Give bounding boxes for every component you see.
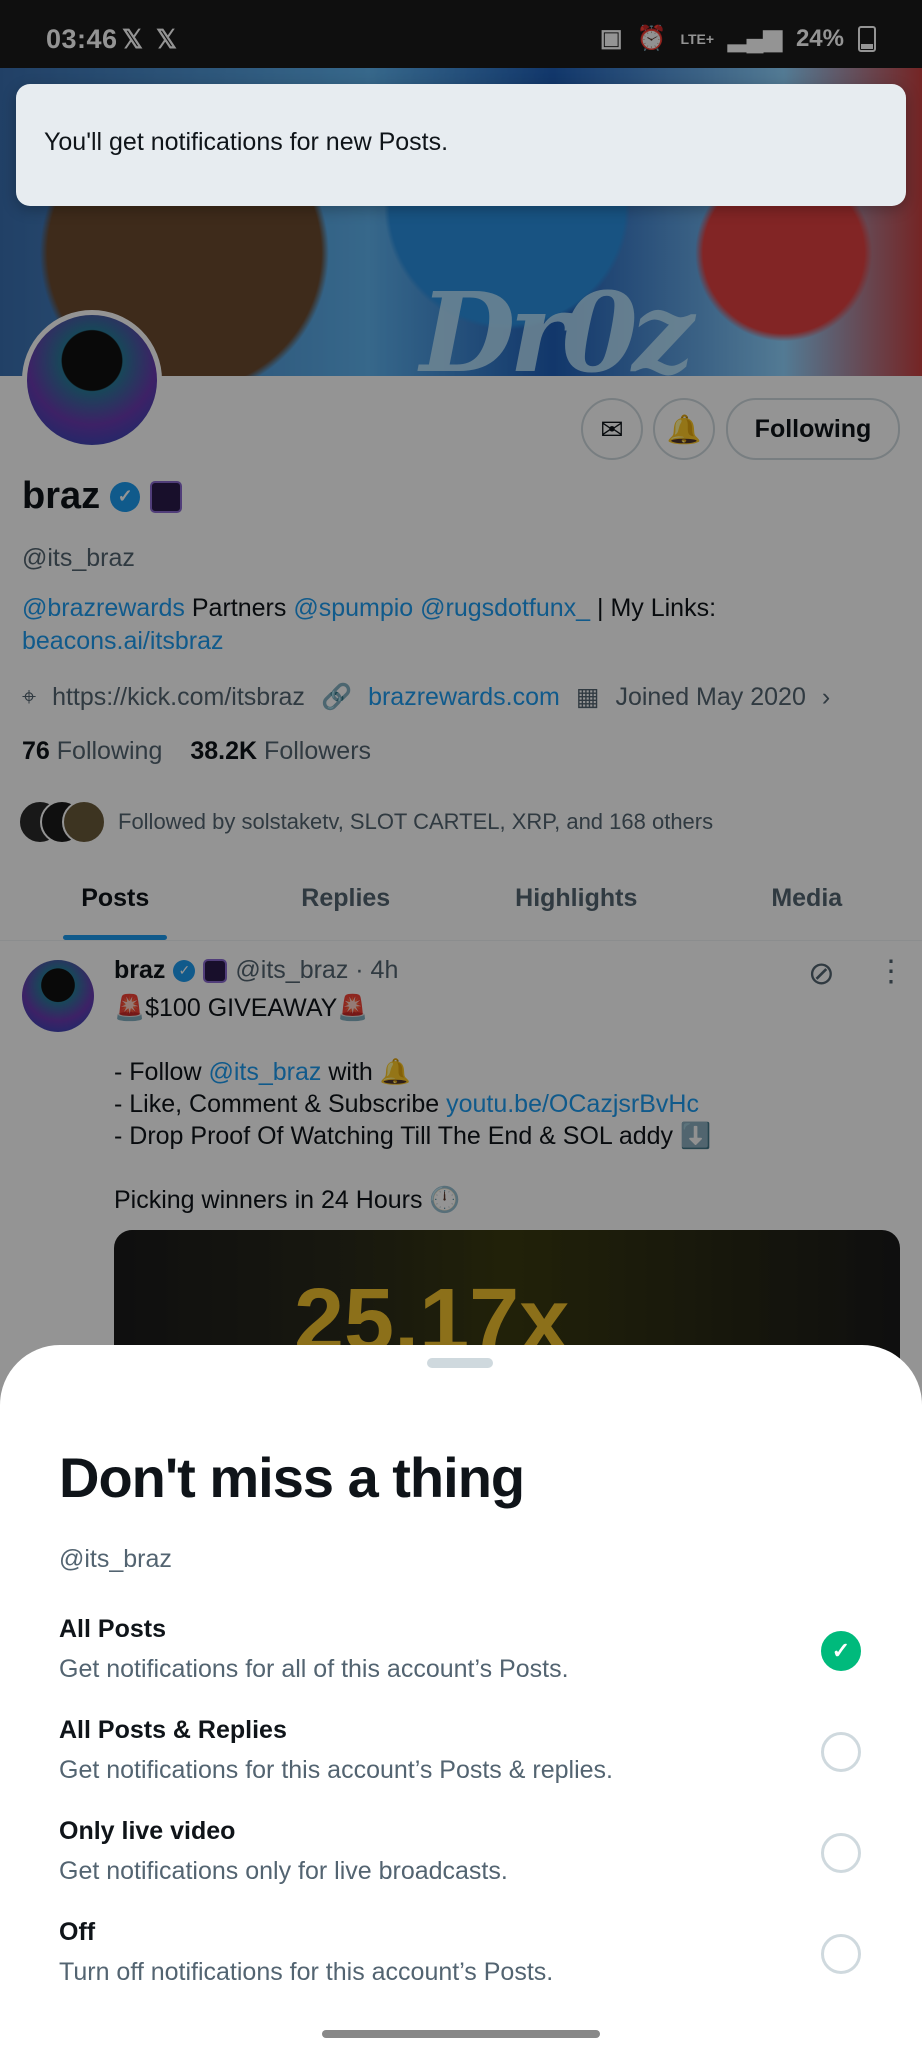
sheet-account-handle: @its_braz bbox=[59, 1545, 172, 1573]
option-off[interactable]: Off Turn off notifications for this acco… bbox=[59, 1918, 879, 2008]
notification-settings-sheet: Don't miss a thing @its_braz All Posts G… bbox=[0, 1345, 922, 2048]
sheet-title: Don't miss a thing bbox=[59, 1446, 525, 1509]
option-title: All Posts bbox=[59, 1615, 166, 1643]
sheet-drag-handle[interactable] bbox=[427, 1358, 493, 1368]
option-description: Turn off notifications for this account’… bbox=[59, 1958, 554, 1986]
option-description: Get notifications for all of this accoun… bbox=[59, 1655, 569, 1683]
home-indicator[interactable] bbox=[322, 2030, 600, 2038]
toast-message: You'll get notifications for new Posts. bbox=[44, 128, 449, 156]
option-all-posts[interactable]: All Posts Get notifications for all of t… bbox=[59, 1615, 879, 1705]
option-description: Get notifications only for live broadcas… bbox=[59, 1857, 508, 1885]
radio-unchecked-icon[interactable] bbox=[821, 1732, 861, 1772]
radio-checked-icon[interactable]: ✓ bbox=[821, 1631, 861, 1671]
radio-unchecked-icon[interactable] bbox=[821, 1833, 861, 1873]
option-title: Off bbox=[59, 1918, 96, 1946]
option-description: Get notifications for this account’s Pos… bbox=[59, 1756, 613, 1784]
option-only-live-video[interactable]: Only live video Get notifications only f… bbox=[59, 1817, 879, 1907]
radio-unchecked-icon[interactable] bbox=[821, 1934, 861, 1974]
option-all-posts-replies[interactable]: All Posts & Replies Get notifications fo… bbox=[59, 1716, 879, 1806]
option-title: Only live video bbox=[59, 1817, 236, 1845]
option-title: All Posts & Replies bbox=[59, 1716, 287, 1744]
toast-notification: You'll get notifications for new Posts. bbox=[16, 84, 906, 206]
